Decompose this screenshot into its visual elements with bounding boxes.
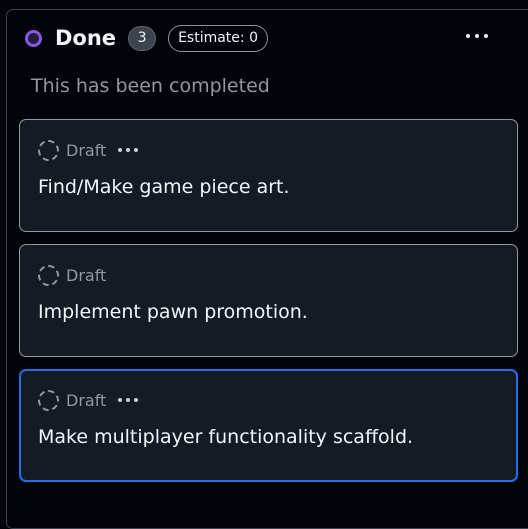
draft-issue-icon — [38, 139, 59, 161]
draft-card[interactable]: Draft Implement pawn promotion. — [19, 244, 518, 357]
card-status-label: Draft — [66, 140, 107, 160]
card-status-label: Draft — [66, 265, 107, 285]
column-description: This has been completed — [31, 75, 270, 97]
draft-card-selected[interactable]: Draft Make multiplayer functionality sca… — [19, 369, 518, 482]
column-menu-icon[interactable] — [466, 34, 488, 38]
estimate-badge: Estimate: 0 — [168, 24, 268, 52]
card-title[interactable]: Implement pawn promotion. — [38, 301, 308, 323]
card-title[interactable]: Find/Make game piece art. — [38, 176, 290, 198]
card-menu-icon[interactable] — [118, 148, 139, 152]
card-meta: Draft — [38, 138, 139, 162]
item-count-badge: 3 — [128, 25, 157, 51]
card-title[interactable]: Make multiplayer functionality scaffold. — [38, 426, 413, 448]
card-menu-icon[interactable] — [118, 398, 139, 402]
card-meta: Draft — [38, 263, 106, 287]
draft-issue-icon — [38, 389, 59, 411]
done-status-icon — [25, 29, 42, 47]
card-status-label: Draft — [66, 390, 107, 410]
column-header: Done 3 Estimate: 0 — [25, 24, 268, 52]
draft-card[interactable]: Draft Find/Make game piece art. — [19, 119, 518, 232]
draft-issue-icon — [38, 264, 59, 286]
card-meta: Draft — [38, 388, 139, 412]
column-title: Done — [55, 26, 117, 50]
